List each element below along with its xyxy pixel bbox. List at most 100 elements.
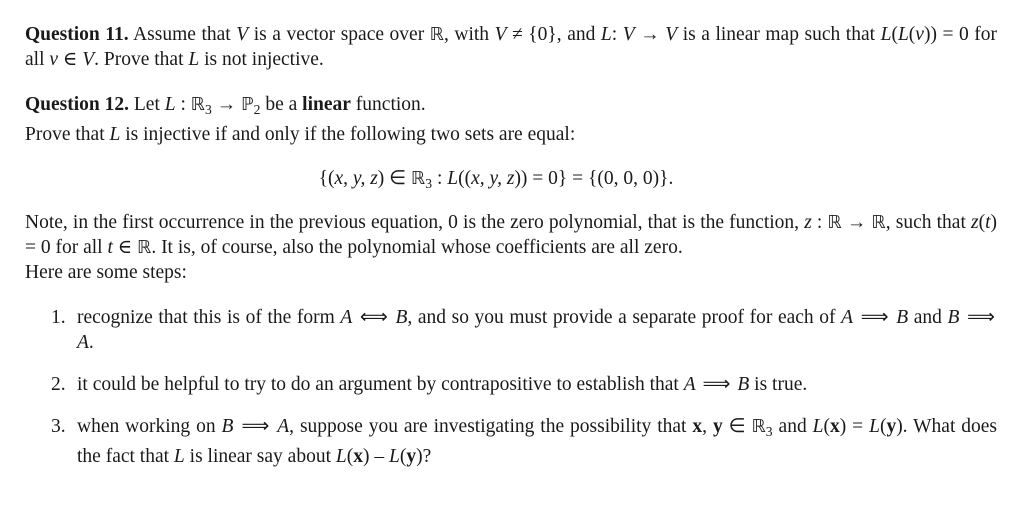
step-number: 3. bbox=[51, 415, 66, 437]
bold-vector: y bbox=[886, 415, 897, 437]
text-run: function. bbox=[350, 93, 426, 115]
text-run: and bbox=[908, 306, 948, 328]
blackboard-symbol: ℝ bbox=[429, 24, 444, 45]
math-variable: x, y, z bbox=[471, 168, 515, 190]
math-variable: v bbox=[49, 49, 59, 70]
math-symbol: ⟹ bbox=[235, 415, 276, 437]
question-11: Question 11. Assume that V is a vector s… bbox=[25, 22, 997, 72]
text-run: be a bbox=[260, 93, 303, 115]
math-variable: L bbox=[869, 415, 880, 437]
math-variable: L bbox=[812, 415, 824, 437]
text-run: Prove that bbox=[25, 123, 110, 145]
bold-text: linear bbox=[302, 93, 351, 115]
document: Question 11. Assume that V is a vector s… bbox=[25, 22, 997, 486]
math-variable: V bbox=[622, 24, 635, 45]
question-12: Question 12. Let L : ℝ3 → ℙ2 be a linear… bbox=[25, 92, 997, 147]
math-variable: v bbox=[915, 24, 924, 45]
math-variable: L bbox=[335, 445, 347, 467]
text-run: is a linear map such that bbox=[677, 24, 881, 45]
math-variable: A bbox=[340, 306, 353, 328]
display-equation: {(x, y, z) ∈ ℝ3 : L((x, y, z)) = 0} = {(… bbox=[25, 166, 997, 196]
text-run: ∈ bbox=[722, 415, 752, 437]
text-run: : bbox=[611, 24, 623, 45]
text-run: ) – bbox=[362, 445, 389, 467]
step-item: 1. recognize that this is of the form A … bbox=[51, 305, 997, 355]
blackboard-symbol: ℝ bbox=[190, 93, 205, 115]
bold-vector: x bbox=[692, 415, 703, 437]
text-run: . It is, of course, also the polynomial … bbox=[151, 237, 683, 259]
blackboard-symbol: ℝ bbox=[137, 237, 152, 259]
subscript: 3 bbox=[205, 101, 212, 117]
text-run: (( bbox=[458, 168, 472, 190]
math-variable: L bbox=[600, 24, 612, 45]
bold-vector: x bbox=[829, 415, 840, 437]
math-variable: L bbox=[173, 445, 185, 467]
note-paragraph: Note, in the first occurrence in the pre… bbox=[25, 210, 997, 285]
steps-list: 1. recognize that this is of the form A … bbox=[25, 305, 997, 469]
text-run: ≠ {0} bbox=[506, 24, 557, 45]
math-variable: V bbox=[665, 24, 678, 45]
text-run: {( bbox=[318, 168, 335, 190]
math-variable: A bbox=[277, 415, 290, 437]
text-run: . Prove that bbox=[94, 49, 189, 70]
math-variable: B bbox=[947, 306, 960, 328]
math-symbol: ⟺ bbox=[354, 306, 394, 328]
math-variable: V bbox=[494, 24, 507, 45]
step-number: 2. bbox=[51, 373, 66, 395]
text-run: is true. bbox=[749, 373, 808, 395]
subscript: 3 bbox=[765, 423, 773, 439]
blackboard-symbol: ℝ bbox=[411, 168, 426, 190]
text-run: Let bbox=[129, 93, 165, 115]
text-run: , suppose you are investigating the poss… bbox=[289, 415, 693, 437]
blackboard-symbol: ℝ bbox=[827, 212, 842, 234]
text-run: it could be helpful to try to do an argu… bbox=[77, 373, 684, 395]
text-run: ) ∈ bbox=[377, 168, 412, 190]
question-12-label: Question 12. bbox=[25, 93, 130, 115]
text-run: when working on bbox=[77, 415, 222, 437]
step-item: 3. when working on B ⟹ A, suppose you ar… bbox=[51, 414, 997, 469]
math-variable: V bbox=[236, 24, 249, 45]
text-run: → bbox=[634, 24, 666, 45]
bold-vector: y bbox=[406, 445, 417, 467]
text-run: is linear say about bbox=[184, 445, 336, 467]
math-variable: L bbox=[109, 123, 121, 145]
math-variable: L bbox=[447, 168, 459, 190]
text-run: , such that bbox=[885, 212, 972, 234]
blackboard-symbol: ℝ bbox=[871, 212, 886, 234]
math-variable: z bbox=[971, 212, 979, 234]
math-variable: z bbox=[804, 212, 812, 234]
text-run: Note, in the first occurrence in the pre… bbox=[25, 212, 805, 234]
bold-vector: x bbox=[353, 445, 363, 467]
math-variable: L bbox=[188, 49, 200, 70]
text-run: and bbox=[772, 415, 813, 437]
blackboard-symbol: ℝ bbox=[751, 415, 766, 437]
text-run: : bbox=[175, 93, 191, 115]
math-variable: V bbox=[82, 49, 95, 70]
text-run: → bbox=[211, 93, 242, 115]
text-run: Assume that bbox=[128, 24, 237, 45]
text-run: Here are some steps: bbox=[25, 262, 187, 284]
text-run: is injective if and only if the followin… bbox=[120, 123, 576, 145]
blackboard-symbol: ℙ bbox=[241, 93, 254, 115]
step-text: it could be helpful to try to do an argu… bbox=[77, 374, 807, 395]
math-variable: L bbox=[897, 24, 909, 45]
text-run: ) = bbox=[839, 415, 870, 437]
math-variable: B bbox=[896, 306, 909, 328]
text-run: , and bbox=[556, 24, 601, 45]
text-run: , and so you must provide a separate pro… bbox=[407, 306, 842, 328]
math-symbol: ⟹ bbox=[961, 306, 995, 328]
math-variable: B bbox=[737, 373, 750, 395]
step-item: 2. it could be helpful to try to do an a… bbox=[51, 372, 997, 397]
text-run: is not injective. bbox=[199, 49, 324, 70]
question-11-label: Question 11. bbox=[25, 24, 129, 45]
text-run: ∈ bbox=[58, 49, 83, 70]
math-variable: A bbox=[841, 306, 854, 328]
text-run: : bbox=[811, 212, 828, 234]
step-number: 1. bbox=[51, 306, 66, 328]
text-run: → bbox=[841, 212, 872, 234]
math-variable: B bbox=[395, 306, 408, 328]
math-variable: A bbox=[77, 331, 89, 353]
math-symbol: ⟹ bbox=[855, 306, 895, 328]
question-11-text: Assume that V is a vector space over ℝ, … bbox=[25, 24, 997, 70]
math-symbol: ⟹ bbox=[697, 373, 736, 395]
